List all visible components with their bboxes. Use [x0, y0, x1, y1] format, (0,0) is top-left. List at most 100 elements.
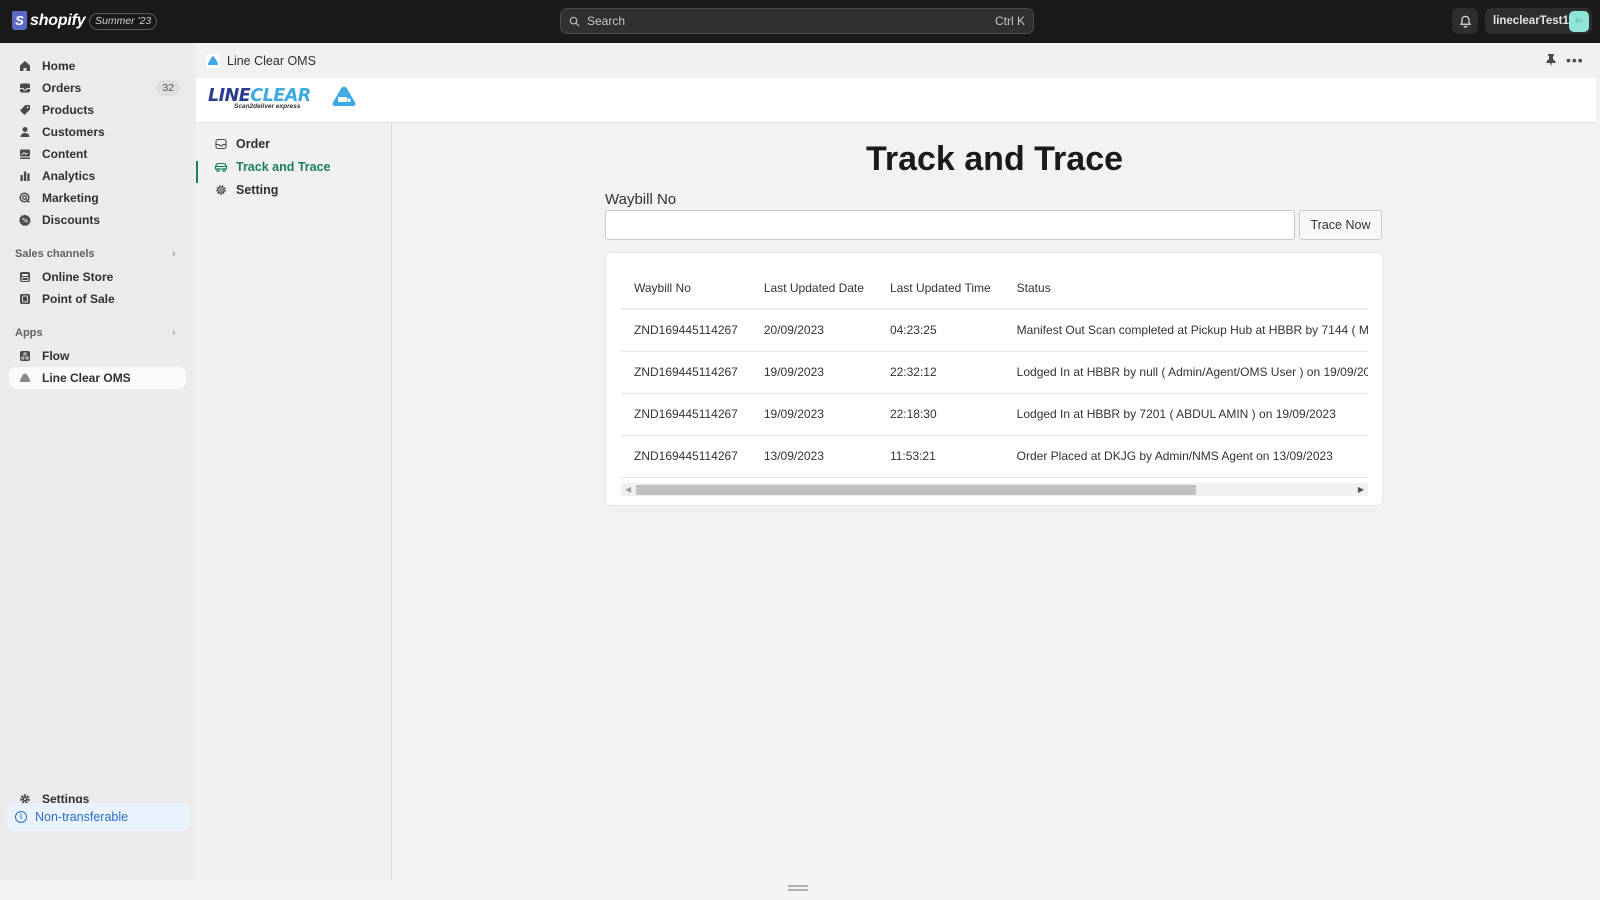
- orders-count-badge: 32: [156, 80, 180, 96]
- sidebar-item-label: Online Store: [42, 270, 114, 284]
- cloud-icon: [18, 371, 32, 385]
- sidebar-item-label: Content: [42, 147, 88, 161]
- shopify-bag-icon: S: [12, 11, 27, 30]
- inbox-icon: [214, 137, 228, 151]
- sidebar-item-label: Line Clear OMS: [42, 371, 131, 385]
- results-card: Waybill No Last Updated Date Last Update…: [605, 252, 1383, 506]
- apps-heading[interactable]: Apps: [15, 327, 43, 339]
- sidebar-item-label: Orders: [42, 81, 82, 95]
- search-shortcut: Ctrl K: [995, 14, 1025, 28]
- bell-icon: [1459, 15, 1471, 28]
- waybill-input[interactable]: [605, 210, 1295, 240]
- column-header-time: Last Updated Time: [876, 267, 1004, 310]
- sidebar: Home Orders 32 Products Customers Conten…: [0, 43, 195, 880]
- sidebar-item-point-of-sale[interactable]: Point of Sale: [9, 288, 186, 310]
- notifications-button[interactable]: [1452, 8, 1478, 34]
- apps-chevron-icon[interactable]: ›: [172, 327, 176, 339]
- line-clear-app-icon: [206, 54, 220, 68]
- discount-icon: %: [18, 213, 32, 227]
- scroll-left-arrow-icon[interactable]: ◀: [625, 485, 631, 494]
- scroll-right-arrow-icon[interactable]: ▶: [1358, 485, 1364, 494]
- sidebar-item-label: Flow: [42, 349, 70, 363]
- sidebar-item-orders[interactable]: Orders 32: [9, 77, 186, 99]
- table-row: ZND169445114267 20/09/2023 04:23:25 Mani…: [621, 309, 1368, 352]
- nav-item-setting[interactable]: Setting: [214, 183, 278, 197]
- cell-waybill: ZND169445114267: [621, 393, 751, 436]
- search-input[interactable]: Search Ctrl K: [560, 8, 1034, 34]
- user-menu-button[interactable]: lineclearTest1 lin: [1485, 8, 1592, 34]
- sidebar-item-line-clear-oms[interactable]: Line Clear OMS: [9, 367, 186, 389]
- table-row: ZND169445114267 13/09/2023 11:53:21 Orde…: [621, 435, 1368, 478]
- table-row: ZND169445114267 19/09/2023 22:32:12 Lodg…: [621, 351, 1368, 394]
- sidebar-item-marketing[interactable]: Marketing: [9, 187, 186, 209]
- svg-text:%: %: [22, 217, 28, 224]
- nav-item-label: Order: [236, 137, 271, 151]
- cell-waybill: ZND169445114267: [621, 435, 751, 478]
- store-icon: [18, 270, 32, 284]
- sidebar-item-label: Home: [42, 59, 76, 73]
- cell-time: 11:53:21: [876, 435, 1004, 478]
- delivery-truck-cloud-icon: [332, 86, 356, 106]
- logo-tagline: Scan2deliver express: [234, 103, 301, 110]
- edition-badge[interactable]: Summer '23: [89, 13, 158, 30]
- top-bar: S shopify Summer '23 Search Ctrl K linec…: [0, 0, 1600, 43]
- horizontal-scrollbar[interactable]: ◀ ▶: [621, 483, 1368, 496]
- bar-chart-icon: [18, 169, 32, 183]
- sidebar-item-label: Point of Sale: [42, 292, 115, 306]
- sidebar-item-analytics[interactable]: Analytics: [9, 165, 186, 187]
- sales-channels-heading[interactable]: Sales channels: [15, 248, 95, 260]
- sidebar-item-label: Marketing: [42, 191, 99, 205]
- nav-item-order[interactable]: Order: [214, 137, 270, 151]
- orders-icon: [18, 81, 32, 95]
- page-title: Track and Trace: [865, 140, 1124, 178]
- main-content: Track and Trace Waybill No Trace Now Way…: [393, 124, 1596, 880]
- app-navigation: Order Track and Trace Setting: [196, 124, 392, 880]
- sales-channels-chevron-icon[interactable]: ›: [172, 248, 176, 260]
- results-table: Waybill No Last Updated Date Last Update…: [621, 267, 1368, 478]
- info-icon: i: [15, 811, 27, 823]
- pin-icon[interactable]: [1545, 53, 1557, 67]
- app-header: Line Clear OMS •••: [196, 45, 1596, 77]
- sidebar-item-flow[interactable]: Flow: [9, 345, 186, 367]
- sidebar-item-content[interactable]: Content: [9, 143, 186, 165]
- sidebar-item-label: Discounts: [42, 213, 101, 227]
- resize-handle-icon[interactable]: [788, 885, 808, 891]
- cell-waybill: ZND169445114267: [621, 309, 751, 352]
- flow-icon: [18, 349, 32, 363]
- column-header-date: Last Updated Date: [750, 267, 877, 310]
- cell-time: 04:23:25: [876, 309, 1004, 352]
- app-title: Line Clear OMS: [227, 54, 316, 68]
- waybill-field-label: Waybill No: [605, 191, 677, 208]
- home-icon: [18, 59, 32, 73]
- sidebar-item-products[interactable]: Products: [9, 99, 186, 121]
- sidebar-item-label: Products: [42, 103, 95, 117]
- cell-date: 19/09/2023: [750, 393, 877, 436]
- cell-time: 22:18:30: [876, 393, 1004, 436]
- content-icon: [18, 147, 32, 161]
- sidebar-item-customers[interactable]: Customers: [9, 121, 186, 143]
- sidebar-item-label: Customers: [42, 125, 105, 139]
- trace-now-button[interactable]: Trace Now: [1299, 210, 1382, 240]
- search-placeholder: Search: [587, 14, 626, 28]
- shopify-logo[interactable]: S shopify: [12, 11, 86, 30]
- more-actions-icon[interactable]: •••: [1566, 52, 1584, 68]
- sidebar-item-online-store[interactable]: Online Store: [9, 266, 186, 288]
- column-header-status: Status: [1003, 267, 1368, 310]
- non-transferable-banner[interactable]: i Non-transferable: [7, 803, 190, 831]
- results-table-scroll: Waybill No Last Updated Date Last Update…: [621, 267, 1368, 478]
- tag-icon: [18, 103, 32, 117]
- cell-status: Lodged In at HBBR by null ( Admin/Agent/…: [1003, 351, 1368, 394]
- nav-item-track-and-trace[interactable]: Track and Trace: [214, 160, 331, 174]
- shopify-wordmark: shopify: [30, 11, 86, 29]
- scrollbar-thumb[interactable]: [636, 485, 1196, 495]
- nav-item-label: Setting: [236, 183, 279, 197]
- sidebar-item-discounts[interactable]: % Discounts: [9, 209, 186, 231]
- avatar: lin: [1568, 10, 1589, 32]
- cell-date: 13/09/2023: [750, 435, 877, 478]
- person-icon: [18, 125, 32, 139]
- sidebar-item-home[interactable]: Home: [9, 55, 186, 77]
- search-icon: [569, 16, 580, 26]
- truck-icon: [214, 160, 228, 174]
- sidebar-item-label: Analytics: [42, 169, 96, 183]
- cell-waybill: ZND169445114267: [621, 351, 751, 394]
